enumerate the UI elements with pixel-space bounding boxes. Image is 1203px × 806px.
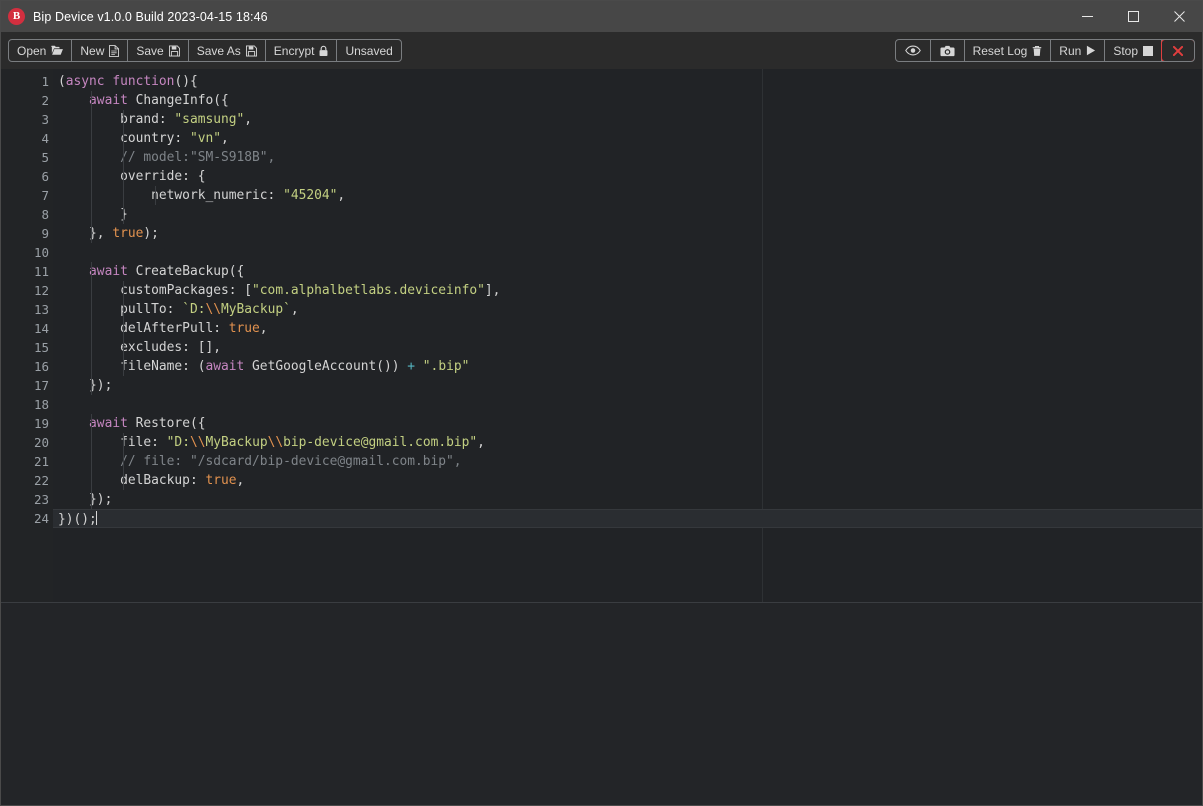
- new-button-label: New: [80, 43, 105, 58]
- code-line[interactable]: delBackup: true,: [53, 471, 1202, 490]
- unsaved-status-button[interactable]: Unsaved: [337, 40, 400, 61]
- code-line[interactable]: }: [53, 205, 1202, 224]
- floppy-disk-icon: [168, 45, 180, 57]
- code-line[interactable]: // model:"SM-S918B",: [53, 148, 1202, 167]
- code-line[interactable]: customPackages: ["com.alphalbetlabs.devi…: [53, 281, 1202, 300]
- bip-app-icon: B: [8, 8, 25, 25]
- file-icon: [109, 44, 120, 57]
- maximize-button[interactable]: [1110, 1, 1156, 32]
- line-number: 9: [41, 226, 49, 241]
- stop-icon: [1143, 45, 1153, 56]
- preview-toggle-button[interactable]: [896, 40, 931, 61]
- line-number: 23: [33, 492, 49, 507]
- run-button-label: Run: [1059, 43, 1082, 58]
- stop-button-label: Stop: [1113, 43, 1138, 58]
- code-line[interactable]: }, true);: [53, 224, 1202, 243]
- code-line[interactable]: await ChangeInfo({: [53, 91, 1202, 110]
- code-line[interactable]: delAfterPull: true,: [53, 319, 1202, 338]
- reset-log-button-label: Reset Log: [972, 43, 1028, 58]
- close-x-icon: [1173, 45, 1183, 56]
- text-cursor: [95, 511, 97, 525]
- line-number: 1▼: [1, 72, 58, 91]
- open-button-label: Open: [17, 43, 47, 58]
- run-button-group: Reset Log Run Stop: [894, 39, 1195, 62]
- new-button[interactable]: New: [72, 40, 129, 61]
- line-number: 24: [33, 511, 49, 526]
- log-output-panel[interactable]: [1, 602, 1202, 805]
- line-number: 12: [33, 283, 49, 298]
- encrypt-button[interactable]: Encrypt: [266, 40, 338, 61]
- open-button[interactable]: Open: [9, 40, 73, 61]
- file-button-group: Open New Save Save As Encrypt Unsaved: [8, 39, 402, 62]
- code-line[interactable]: file: "D:\\MyBackup\\bip-device@gmail.co…: [53, 433, 1202, 452]
- code-line[interactable]: // file: "/sdcard/bip-device@gmail.com.b…: [53, 452, 1202, 471]
- unsaved-status-label: Unsaved: [345, 43, 393, 58]
- code-line[interactable]: (async function(){: [53, 72, 1202, 91]
- line-number: 20: [33, 435, 49, 450]
- minimize-button[interactable]: [1064, 1, 1110, 32]
- line-number: 3: [41, 112, 49, 127]
- line-number: 11▼: [1, 262, 59, 281]
- line-number: 15: [33, 340, 49, 355]
- terminate-button[interactable]: [1161, 40, 1194, 61]
- code-editor[interactable]: 1▼ 2▼ 3 4 5 6▼ 7 8 9 10 11▼ 12 13 14 15 …: [1, 69, 1202, 602]
- line-number: 18: [33, 397, 49, 412]
- line-number: 16: [33, 359, 49, 374]
- line-number: 7: [41, 188, 49, 203]
- line-number: 21: [33, 454, 49, 469]
- code-line[interactable]: excludes: [],: [53, 338, 1202, 357]
- save-as-button[interactable]: Save As: [189, 40, 266, 61]
- run-button[interactable]: Run: [1051, 40, 1106, 61]
- code-line[interactable]: await CreateBackup({: [53, 262, 1202, 281]
- title-bar: B Bip Device v1.0.0 Build 2023-04-15 18:…: [1, 1, 1202, 32]
- lock-icon: [319, 45, 328, 57]
- close-button[interactable]: [1156, 1, 1202, 32]
- line-number: 13: [33, 302, 49, 317]
- line-number-gutter: 1▼ 2▼ 3 4 5 6▼ 7 8 9 10 11▼ 12 13 14 15 …: [1, 69, 59, 602]
- line-number: 2▼: [1, 91, 58, 110]
- code-line[interactable]: });: [53, 376, 1202, 395]
- code-line[interactable]: [53, 243, 1202, 262]
- screenshot-button[interactable]: [931, 40, 965, 61]
- toolbar: Open New Save Save As Encrypt Unsaved Re…: [1, 32, 1202, 69]
- reset-log-button[interactable]: Reset Log: [965, 40, 1052, 61]
- code-line[interactable]: });: [53, 490, 1202, 509]
- encrypt-button-label: Encrypt: [273, 43, 315, 58]
- save-button[interactable]: Save: [128, 40, 189, 61]
- code-content[interactable]: (async function(){ await ChangeInfo({ br…: [53, 69, 1202, 602]
- code-line[interactable]: brand: "samsung",: [53, 110, 1202, 129]
- code-line[interactable]: pullTo: `D:\\MyBackup`,: [53, 300, 1202, 319]
- camera-icon: [940, 45, 955, 57]
- line-number: 19▼: [1, 414, 59, 433]
- code-line[interactable]: await Restore({: [53, 414, 1202, 433]
- line-number: 10: [33, 245, 49, 260]
- stop-button[interactable]: Stop: [1105, 40, 1162, 61]
- trash-icon: [1032, 45, 1042, 57]
- code-line[interactable]: network_numeric: "45204",: [53, 186, 1202, 205]
- application-window: B Bip Device v1.0.0 Build 2023-04-15 18:…: [0, 0, 1203, 806]
- code-line[interactable]: country: "vn",: [53, 129, 1202, 148]
- play-icon: [1086, 45, 1096, 56]
- folder-open-icon: [51, 45, 64, 56]
- save-button-label: Save: [136, 43, 164, 58]
- eye-icon: [904, 45, 921, 56]
- line-number: 17: [33, 378, 49, 393]
- line-number: 4: [41, 131, 49, 146]
- floppy-disk-icon: [245, 45, 257, 57]
- code-line[interactable]: fileName: (await GetGoogleAccount()) + "…: [53, 357, 1202, 376]
- code-line[interactable]: [53, 395, 1202, 414]
- save-as-button-label: Save As: [196, 43, 241, 58]
- line-number: 5: [41, 150, 49, 165]
- code-line[interactable]: override: {: [53, 167, 1202, 186]
- line-number: 6▼: [1, 167, 58, 186]
- line-number: 14: [33, 321, 49, 336]
- line-number: 8: [41, 207, 49, 222]
- line-number: 22: [33, 473, 49, 488]
- code-line-active[interactable]: })();: [53, 509, 1202, 528]
- window-controls: [1064, 1, 1202, 32]
- window-title: Bip Device v1.0.0 Build 2023-04-15 18:46: [33, 9, 268, 24]
